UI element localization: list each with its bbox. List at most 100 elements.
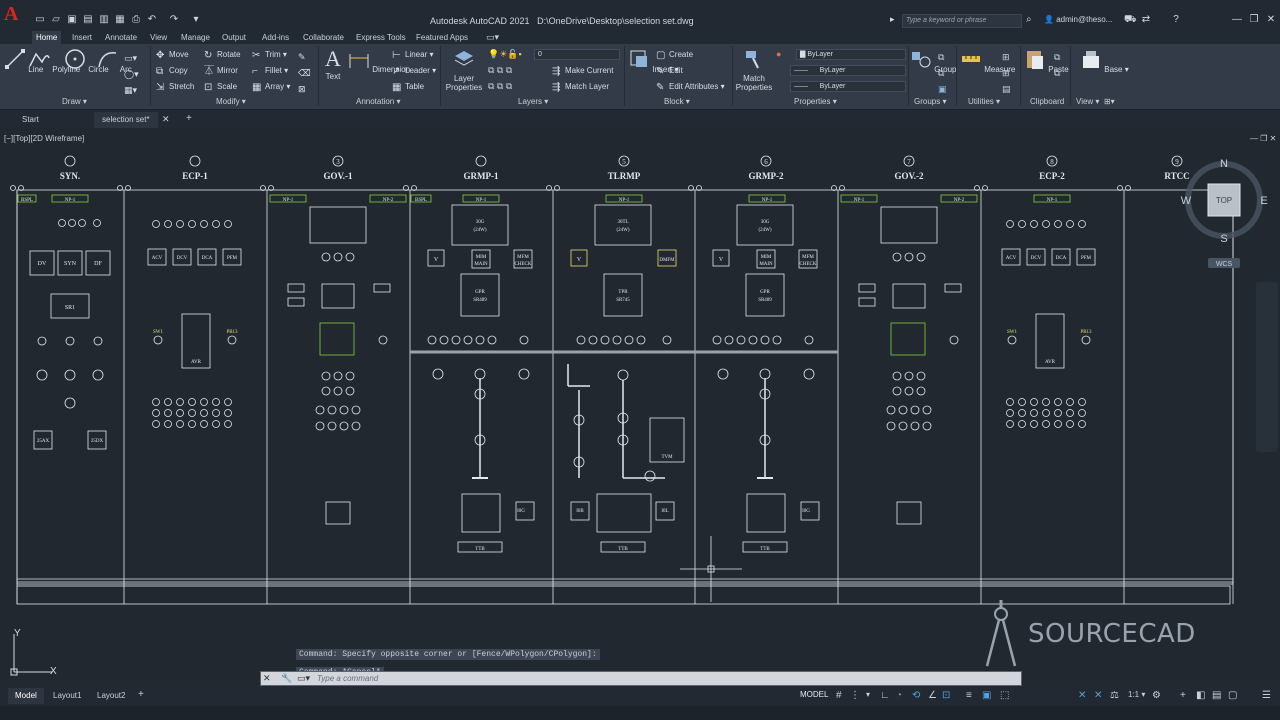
paste-button[interactable]: Paste	[1024, 48, 1069, 74]
search-input[interactable]: Type a keyword or phrase	[902, 14, 1022, 28]
clean-screen-icon[interactable]: ▢	[1228, 690, 1239, 701]
redo-icon[interactable]: ↷	[168, 14, 180, 26]
properties-panel-label[interactable]: Properties ▾	[794, 97, 837, 106]
modify-panel-label[interactable]: Modify ▾	[216, 97, 246, 106]
add-layout-icon[interactable]: +	[138, 689, 144, 700]
text-button[interactable]: A Text	[320, 48, 346, 82]
autocad-logo-icon[interactable]: A	[4, 3, 24, 27]
recent-commands-icon[interactable]: ▭▾	[297, 673, 310, 684]
selection-set-tab[interactable]: selection set*	[94, 112, 158, 128]
stretch-button[interactable]: ⇲ Stretch	[156, 81, 194, 93]
clipboard-tools[interactable]: ⧉ ⧉	[1054, 49, 1060, 81]
color-wheel-icon[interactable]: ●	[776, 49, 781, 59]
table-button[interactable]: ▦ Table	[392, 81, 424, 93]
make-current-button[interactable]: ⇶ Make Current	[552, 65, 613, 77]
object-snap-tracking-icon[interactable]: ∠	[928, 690, 939, 701]
layer-tools-row1[interactable]: ⧉ ⧉ ⧉	[488, 65, 512, 76]
save-web-icon[interactable]: ▦	[114, 14, 126, 26]
linear-button[interactable]: ⊢ Linear ▾	[392, 49, 434, 61]
color-dropdown[interactable]: ▇ ByLayer	[796, 49, 906, 60]
layout-tab-model[interactable]: Model	[8, 688, 44, 704]
compass-north[interactable]: N	[1220, 158, 1228, 170]
close-tab-icon[interactable]: ✕	[162, 114, 170, 125]
layout-tab-layout2[interactable]: Layout2	[90, 688, 132, 704]
ortho-icon[interactable]: ∟	[880, 690, 891, 701]
leader-button[interactable]: ↗ Leader ▾	[392, 65, 436, 77]
match-layer-button[interactable]: ⇶ Match Layer	[552, 81, 609, 93]
scale-button[interactable]: ⊡ Scale	[204, 81, 237, 93]
base-view-button[interactable]: Base ▾	[1080, 48, 1129, 74]
linetype-dropdown[interactable]: —— ByLayer	[790, 65, 906, 76]
command-input[interactable]: Type a command	[317, 674, 378, 683]
close-command-icon[interactable]: ✕	[263, 673, 271, 684]
array-button[interactable]: ▦ Array ▾	[252, 81, 290, 93]
polar-icon[interactable]: ◔	[896, 690, 907, 701]
model-space-button[interactable]: MODEL	[800, 690, 828, 699]
trim-button[interactable]: ✂ Trim ▾	[252, 49, 287, 61]
block-panel-label[interactable]: Block ▾	[664, 97, 690, 106]
groups-panel-label[interactable]: Groups ▾	[914, 97, 946, 106]
selection-cycling-icon[interactable]: ⬚	[1000, 690, 1011, 701]
edit-attributes-button[interactable]: ✎ Edit Attributes ▾	[656, 81, 725, 93]
tab-output[interactable]: Output	[218, 31, 250, 44]
rotate-button[interactable]: ↻ Rotate	[204, 49, 241, 61]
layer-dropdown[interactable]: 0	[534, 49, 620, 60]
save-icon[interactable]: ▣	[66, 14, 78, 26]
tab-collaborate[interactable]: Collaborate	[299, 31, 348, 44]
search-icon[interactable]: ⌕	[1026, 14, 1032, 25]
close-icon[interactable]: ✕	[1264, 13, 1278, 27]
minimize-icon[interactable]: —	[1230, 13, 1244, 27]
annotation-scale-value[interactable]: 1:1 ▾	[1128, 690, 1145, 699]
arc-button[interactable]: Arc	[96, 48, 132, 74]
drawing-viewport[interactable]: [−][Top][2D Wireframe] — ❐ ✕ SYN. ECP-1 3 G…	[0, 128, 1280, 684]
annotation-scale-icon[interactable]: ⚖	[1110, 690, 1121, 701]
auto-scale-icon[interactable]: ✕	[1094, 690, 1105, 701]
snap-dropdown-icon[interactable]: ▾	[866, 690, 877, 701]
line-button[interactable]: Line	[4, 48, 43, 74]
customization-icon[interactable]: ☰	[1262, 690, 1273, 701]
polyline-button[interactable]: Polyline	[28, 48, 80, 74]
tab-home[interactable]: Home	[32, 31, 62, 44]
fillet-button[interactable]: ⌐ Fillet ▾	[252, 65, 288, 77]
compass-west[interactable]: W	[1181, 195, 1192, 207]
exchange-icon[interactable]: ⇄	[1140, 14, 1152, 26]
copy-button[interactable]: ⧉ Copy	[156, 65, 188, 77]
measure-button[interactable]: Measure	[960, 48, 1015, 74]
restore-icon[interactable]: ❐	[1247, 13, 1261, 27]
utilities-panel-label[interactable]: Utilities ▾	[968, 97, 1000, 106]
help-icon[interactable]: ?	[1170, 14, 1182, 26]
snap-icon[interactable]: ⋮	[850, 690, 861, 701]
tab-express-tools[interactable]: Express Tools	[352, 31, 410, 44]
search-expand-icon[interactable]: ▸	[890, 14, 895, 25]
ribbon-toggle-icon[interactable]: ▭▾	[486, 32, 499, 43]
view-panel-label[interactable]: View ▾ ⊞▾	[1076, 97, 1115, 106]
layout-tab-layout1[interactable]: Layout1	[46, 688, 88, 704]
layer-tools-row2[interactable]: ⧉ ⧉ ⧉	[488, 81, 512, 92]
tab-view[interactable]: View	[146, 31, 171, 44]
save-as-icon[interactable]: ▤	[82, 14, 94, 26]
tab-insert[interactable]: Insert	[68, 31, 96, 44]
utilities-tools[interactable]: ⊞ ⊞ ▤	[1002, 49, 1011, 97]
edit-block-button[interactable]: ✎ Edit	[656, 65, 683, 77]
lineweight-dropdown[interactable]: —— ByLayer	[790, 81, 906, 92]
open-file-icon[interactable]: ▱	[50, 14, 62, 26]
draw-extra-tools[interactable]: ▭▾ ◯▾ ▦▾	[124, 50, 139, 98]
tab-manage[interactable]: Manage	[177, 31, 214, 44]
cart-icon[interactable]: ⛟	[1124, 14, 1137, 26]
tab-featured-apps[interactable]: Featured Apps	[412, 31, 472, 44]
customize-qat-icon[interactable]: ▾	[190, 14, 202, 26]
draw-panel-label[interactable]: Draw ▾	[62, 97, 87, 106]
add-icon[interactable]: +	[1180, 690, 1191, 701]
open-web-icon[interactable]: ▥	[98, 14, 110, 26]
layers-panel-label[interactable]: Layers ▾	[518, 97, 548, 106]
electrical-panel-drawing[interactable]: SYN. ECP-1 3 GOV.-1 GRMP-1 5 TLRMP 6 GRMP-2 7 GOV.…	[0, 128, 1280, 684]
mirror-button[interactable]: ⏄ Mirror	[204, 65, 238, 77]
compass-east[interactable]: E	[1260, 195, 1267, 207]
annotation-panel-label[interactable]: Annotation ▾	[356, 97, 401, 106]
start-tab[interactable]: Start	[14, 112, 47, 128]
new-file-icon[interactable]: ▭	[34, 14, 46, 26]
customize-command-icon[interactable]: 🔧	[281, 673, 292, 684]
insert-button[interactable]: Insert ▾	[628, 48, 679, 74]
workspace-gear-icon[interactable]: ⚙	[1152, 690, 1163, 701]
dimension-button[interactable]: Dimension	[348, 48, 410, 74]
